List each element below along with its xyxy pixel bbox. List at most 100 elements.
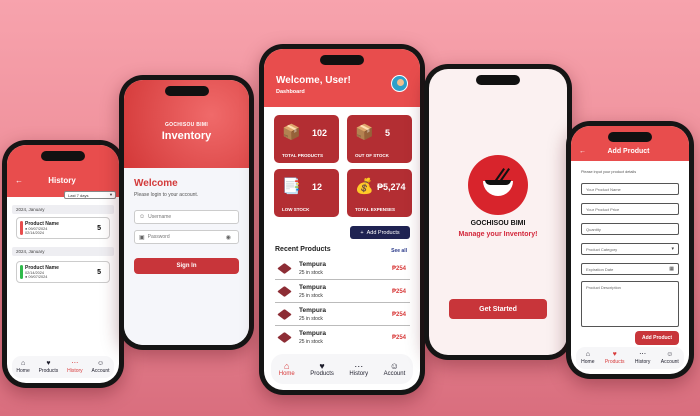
box-x-icon: 📦 <box>355 124 374 141</box>
home-icon: ⌂ <box>20 360 26 367</box>
dynamic-island <box>608 132 652 142</box>
list-item[interactable]: Tempura 25 in stock ₱254 <box>275 328 410 349</box>
back-arrow-icon[interactable]: ← <box>15 176 23 185</box>
add-product-button[interactable]: Add Product <box>635 331 679 345</box>
list-item[interactable]: Product Name 02/14/2024 ● 09/07/2024 5 <box>16 261 110 283</box>
stat-total-products[interactable]: 📦 102 TOTAL PRODUCTS <box>274 115 339 163</box>
group-header: 2024, January <box>12 205 114 214</box>
product-cube-icon <box>277 263 292 274</box>
tab-history[interactable]: ⋯ History <box>635 351 651 365</box>
tab-history[interactable]: ⋯ History <box>67 360 83 374</box>
hero-heading: Inventory <box>161 130 212 142</box>
dashboard-phone: Welcome, User! Dashboard 📦 102 TOTAL PRODU… <box>259 44 425 395</box>
item-date-2: 02/14/2024 <box>25 231 45 235</box>
tab-bar: ⌂ Home ♥ Products ⋯ History ☺ Account <box>271 354 413 384</box>
signin-button[interactable]: Sign In <box>134 258 239 274</box>
lock-icon: ▣ <box>139 234 145 241</box>
stat-out-of-stock[interactable]: 📦 5 OUT OF STOCK <box>347 115 412 163</box>
expiration-date-input[interactable]: Expiration Date ▦ <box>581 263 679 275</box>
add-product-screen: ← Add Product Please input your product … <box>571 126 689 374</box>
date-filter-select[interactable]: Last 7 days ▼ <box>64 191 116 199</box>
plus-icon: + <box>360 229 364 236</box>
add-product-phone: ← Add Product Please input your product … <box>566 121 694 379</box>
item-qty: 5 <box>97 225 101 232</box>
section-label: Dashboard <box>276 89 305 95</box>
dots-icon: ⋯ <box>639 351 647 358</box>
chevron-down-icon: ▼ <box>109 192 113 197</box>
heart-icon: ♥ <box>319 361 325 371</box>
tab-account[interactable]: ☺ Account <box>384 361 406 377</box>
password-field[interactable]: ▣ Password ◉ <box>134 230 239 244</box>
page-title: History <box>48 175 76 185</box>
username-field[interactable]: ☺ Username <box>134 210 239 224</box>
dots-icon: ⋯ <box>354 361 364 371</box>
status-bar <box>20 265 23 279</box>
tab-products[interactable]: ♥ Products <box>310 361 334 377</box>
list-item[interactable]: Tempura 25 in stock ₱254 <box>275 282 410 303</box>
tab-products[interactable]: ♥ Products <box>39 360 59 374</box>
list-item[interactable]: Tempura 25 in stock ₱254 <box>275 305 410 326</box>
see-all-link[interactable]: See all <box>391 248 407 254</box>
list-item[interactable]: Tempura 25 in stock ₱254 <box>275 259 410 280</box>
stat-low-stock[interactable]: 📑 12 LOW STOCK <box>274 169 339 217</box>
tab-account[interactable]: ☺ Account <box>91 360 109 374</box>
quantity-input[interactable]: Quantity <box>581 223 679 235</box>
product-name-input[interactable]: Your Product Name <box>581 183 679 195</box>
avatar[interactable] <box>391 75 408 92</box>
user-icon: ☺ <box>139 214 146 220</box>
dashboard-screen: Welcome, User! Dashboard 📦 102 TOTAL PRODU… <box>264 49 420 390</box>
page-title: Add Product <box>607 147 650 155</box>
item-qty: 5 <box>97 269 101 276</box>
login-screen: GOCHISOU BIMI Inventory Welcome Please l… <box>124 80 249 345</box>
tab-home[interactable]: ⌂ Home <box>279 361 295 377</box>
product-price-input[interactable]: Your Product Price <box>581 203 679 215</box>
eye-icon[interactable]: ◉ <box>226 234 231 241</box>
group-header: 2024, January <box>12 247 114 256</box>
boxes-icon: 📦 <box>282 124 301 141</box>
recent-products-title: Recent Products <box>275 246 331 253</box>
product-cube-icon <box>277 286 292 297</box>
item-date-2: ● 09/07/2024 <box>25 275 48 279</box>
dynamic-island <box>164 86 209 96</box>
form-note: Please input your product details <box>581 170 637 174</box>
home-icon: ⌂ <box>585 351 590 358</box>
user-icon: ☺ <box>96 360 105 367</box>
user-icon: ☺ <box>389 361 399 371</box>
tab-bar: ⌂ Home ♥ Products ⋯ History ☺ Account <box>12 356 114 378</box>
splash-phone: GOCHISOU BIMI Manage your Inventory! Get… <box>424 64 572 360</box>
low-stock-icon: 📑 <box>282 178 301 195</box>
calendar-icon: ▦ <box>669 266 674 272</box>
dynamic-island <box>41 151 85 161</box>
dots-icon: ⋯ <box>71 360 79 367</box>
add-products-button[interactable]: + Add Products <box>350 226 410 239</box>
product-cube-icon <box>277 309 292 320</box>
description-textarea[interactable]: Product Description <box>581 281 679 327</box>
home-icon: ⌂ <box>284 361 290 371</box>
tab-home[interactable]: ⌂ Home <box>16 360 29 374</box>
category-select[interactable]: Product Category ▾ <box>581 243 679 255</box>
dynamic-island <box>476 75 520 85</box>
splash-screen: GOCHISOU BIMI Manage your Inventory! Get… <box>429 69 567 355</box>
list-item[interactable]: Product Name ● 09/07/2024 02/14/2024 5 <box>16 217 110 239</box>
heart-icon: ♥ <box>46 360 51 367</box>
history-phone: ← History Last 7 days ▼ 2024, January Pro… <box>2 140 124 388</box>
stat-total-expenses[interactable]: 💰 ₱5,274 TOTAL EXPENSES <box>347 169 412 217</box>
status-bar <box>20 221 23 235</box>
tab-products[interactable]: ♥ Products <box>605 351 625 365</box>
tab-home[interactable]: ⌂ Home <box>581 351 594 365</box>
tab-account[interactable]: ☺ Account <box>661 351 679 365</box>
welcome-heading: Welcome <box>134 178 178 189</box>
dynamic-island <box>320 55 364 65</box>
app-name: GOCHISOU BIMI <box>470 220 526 227</box>
get-started-button[interactable]: Get Started <box>449 299 547 319</box>
heart-icon: ♥ <box>612 351 617 358</box>
tab-history[interactable]: ⋯ History <box>349 361 368 377</box>
login-phone: GOCHISOU BIMI Inventory Welcome Please l… <box>119 75 254 350</box>
user-icon: ☺ <box>666 351 674 358</box>
brand-name: GOCHISOU BIMI <box>164 122 209 128</box>
money-icon: 💰 <box>355 178 374 195</box>
back-arrow-icon[interactable]: ← <box>579 148 586 155</box>
greeting: Welcome, User! <box>276 75 351 86</box>
tab-bar: ⌂ Home ♥ Products ⋯ History ☺ Account <box>576 347 684 369</box>
tagline: Manage your Inventory! <box>458 231 538 238</box>
